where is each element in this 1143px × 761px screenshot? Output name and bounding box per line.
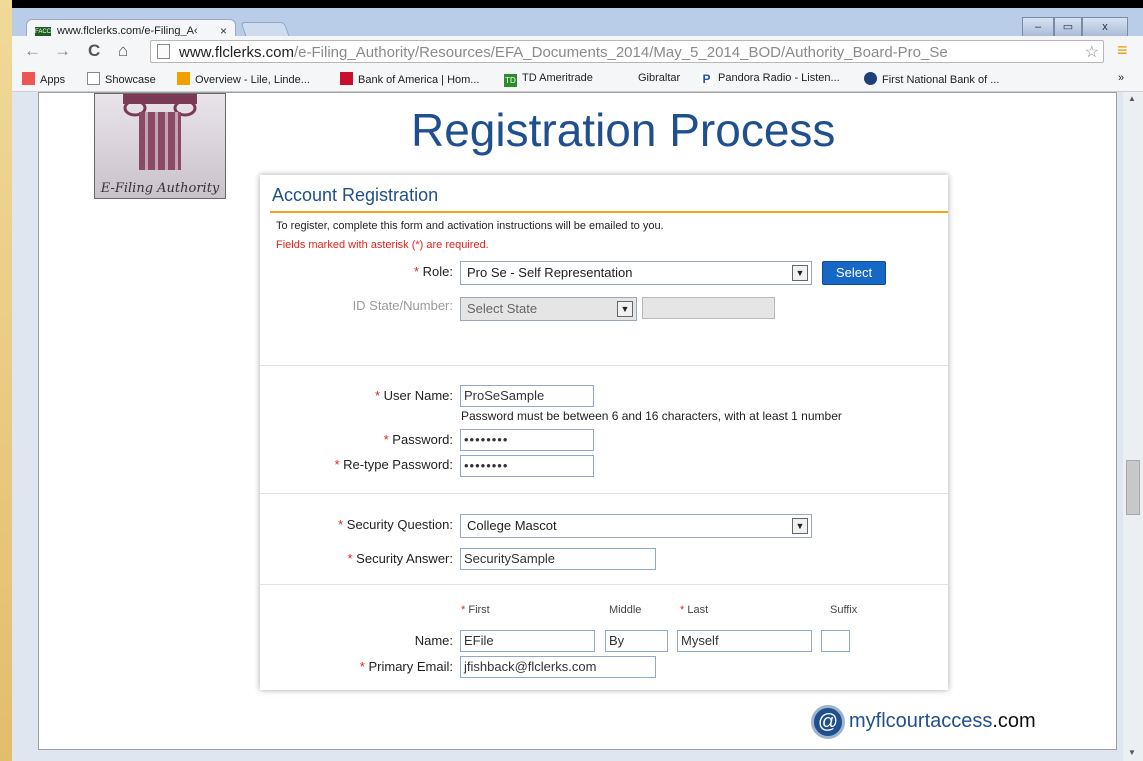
column-icon bbox=[123, 94, 197, 170]
last-name-header: * Last bbox=[680, 604, 709, 616]
id-number-input[interactable] bbox=[642, 297, 775, 319]
suffix-header: Suffix bbox=[830, 604, 858, 616]
minimize-button[interactable]: – bbox=[1022, 17, 1054, 37]
username-label: * User Name: bbox=[374, 388, 453, 403]
section-divider bbox=[260, 493, 948, 494]
address-bar[interactable]: www.flclerks.com/e-Filing_Authority/Reso… bbox=[150, 40, 1104, 63]
td-icon: TD bbox=[504, 74, 517, 87]
title-underline bbox=[270, 211, 948, 213]
primary-email-input[interactable]: jfishback@flclerks.com bbox=[460, 656, 656, 678]
scroll-up-icon[interactable]: ▲ bbox=[1128, 94, 1136, 103]
middle-name-header: Middle bbox=[609, 604, 642, 616]
scrollbar-thumb[interactable] bbox=[1126, 460, 1140, 515]
maximize-button[interactable]: ▭ bbox=[1054, 17, 1082, 37]
boa-icon bbox=[340, 72, 353, 85]
lily-icon bbox=[177, 72, 190, 85]
logo-caption: E-Filing Authority bbox=[100, 181, 220, 196]
menu-icon[interactable]: ≡ bbox=[1117, 40, 1128, 61]
page-title: Registration Process bbox=[411, 104, 836, 156]
home-icon[interactable]: ⌂ bbox=[118, 41, 128, 61]
back-arrow-icon[interactable]: ← bbox=[24, 41, 41, 61]
bookmark-first-national-bank[interactable]: First National Bank of ... bbox=[864, 72, 999, 86]
form-instructions: To register, complete this form and acti… bbox=[276, 220, 664, 232]
account-registration-form: Account Registration To register, comple… bbox=[260, 175, 948, 690]
security-question-label: * Security Question: bbox=[338, 517, 453, 532]
section-divider bbox=[260, 584, 948, 585]
username-input[interactable]: ProSeSample bbox=[460, 385, 594, 407]
desktop-left-strip bbox=[0, 0, 12, 761]
id-state-number-label: ID State/Number: bbox=[352, 298, 453, 313]
middle-name-input[interactable]: By bbox=[605, 630, 668, 652]
security-answer-label: * Security Answer: bbox=[347, 551, 453, 566]
form-title: Account Registration bbox=[272, 185, 439, 205]
brand-text: myflcourtaccess.com bbox=[849, 710, 1036, 732]
chevron-down-icon: ▼ bbox=[792, 265, 808, 281]
web-page: E-Filing Authority Registration Process … bbox=[38, 92, 1117, 750]
primary-email-label: * Primary Email: bbox=[359, 659, 453, 674]
password-label: * Password: bbox=[383, 432, 453, 447]
at-sign-icon: @ bbox=[811, 705, 845, 739]
pandora-icon: P bbox=[700, 73, 713, 86]
suffix-input[interactable] bbox=[821, 630, 850, 652]
bookmark-pandora[interactable]: P Pandora Radio - Listen... bbox=[700, 72, 840, 86]
first-name-header: * First bbox=[461, 604, 490, 616]
fnb-icon bbox=[864, 72, 877, 85]
scroll-down-icon[interactable]: ▼ bbox=[1128, 748, 1136, 757]
close-window-button[interactable]: x bbox=[1082, 17, 1128, 37]
forward-arrow-icon[interactable]: → bbox=[54, 41, 71, 61]
url-path: /e-Filing_Authority/Resources/EFA_Docume… bbox=[294, 44, 948, 61]
screen-top-bar bbox=[12, 0, 1143, 8]
reload-icon[interactable]: C bbox=[88, 41, 100, 61]
section-divider bbox=[260, 365, 948, 366]
bookmark-td-ameritrade[interactable]: TD TD Ameritrade bbox=[504, 72, 593, 87]
vertical-scrollbar[interactable]: ▲ ▼ bbox=[1123, 92, 1143, 761]
bookmark-star-icon[interactable]: ☆ bbox=[1084, 42, 1099, 62]
browser-window: FACC www.flclerks.com/e-Filing_A‹ × – ▭ … bbox=[12, 0, 1143, 761]
bookmark-gibraltar[interactable]: Gibraltar bbox=[638, 72, 680, 84]
apps-grid-icon bbox=[22, 72, 35, 85]
select-button[interactable]: Select bbox=[822, 261, 886, 285]
tab-strip: FACC www.flclerks.com/e-Filing_A‹ × – ▭ … bbox=[12, 8, 1143, 44]
password-input[interactable]: •••••••• bbox=[460, 429, 594, 451]
bookmark-showcase[interactable]: Showcase bbox=[87, 72, 156, 86]
role-label: * Role: bbox=[413, 264, 453, 279]
url-text: www.flclerks.com/e-Filing_Authority/Reso… bbox=[179, 44, 948, 61]
browser-toolbar: ← → C ⌂ www.flclerks.com/e-Filing_Author… bbox=[12, 36, 1143, 66]
chevron-down-icon: ▼ bbox=[617, 301, 633, 317]
id-state-select[interactable]: Select State ▼ bbox=[460, 297, 637, 321]
last-name-input[interactable]: Myself bbox=[677, 630, 812, 652]
first-name-input[interactable]: EFile bbox=[460, 630, 595, 652]
required-note: Fields marked with asterisk (*) are requ… bbox=[276, 239, 489, 251]
bookmarks-bar: Apps Showcase Overview - Lile, Linde... … bbox=[12, 66, 1143, 92]
role-select[interactable]: Pro Se - Self Representation ▼ bbox=[460, 261, 812, 285]
url-host: www.flclerks.com bbox=[179, 44, 295, 61]
bookmark-apps[interactable]: Apps bbox=[22, 72, 65, 86]
retype-password-label: * Re-type Password: bbox=[334, 457, 453, 472]
page-icon bbox=[157, 44, 170, 59]
security-question-select[interactable]: College Mascot ▼ bbox=[460, 514, 812, 538]
bookmarks-overflow-button[interactable]: » bbox=[1118, 72, 1124, 84]
bookmark-overview[interactable]: Overview - Lile, Linde... bbox=[177, 72, 310, 86]
password-hint: Password must be between 6 and 16 charac… bbox=[461, 409, 842, 423]
security-answer-input[interactable]: SecuritySample bbox=[460, 548, 656, 570]
page-icon bbox=[87, 72, 100, 85]
e-filing-authority-logo: E-Filing Authority bbox=[94, 93, 226, 199]
name-label: Name: bbox=[414, 633, 453, 648]
bookmark-bank-of-america[interactable]: Bank of America | Hom... bbox=[340, 72, 479, 86]
chevron-down-icon: ▼ bbox=[792, 518, 808, 534]
retype-password-input[interactable]: •••••••• bbox=[460, 455, 594, 477]
